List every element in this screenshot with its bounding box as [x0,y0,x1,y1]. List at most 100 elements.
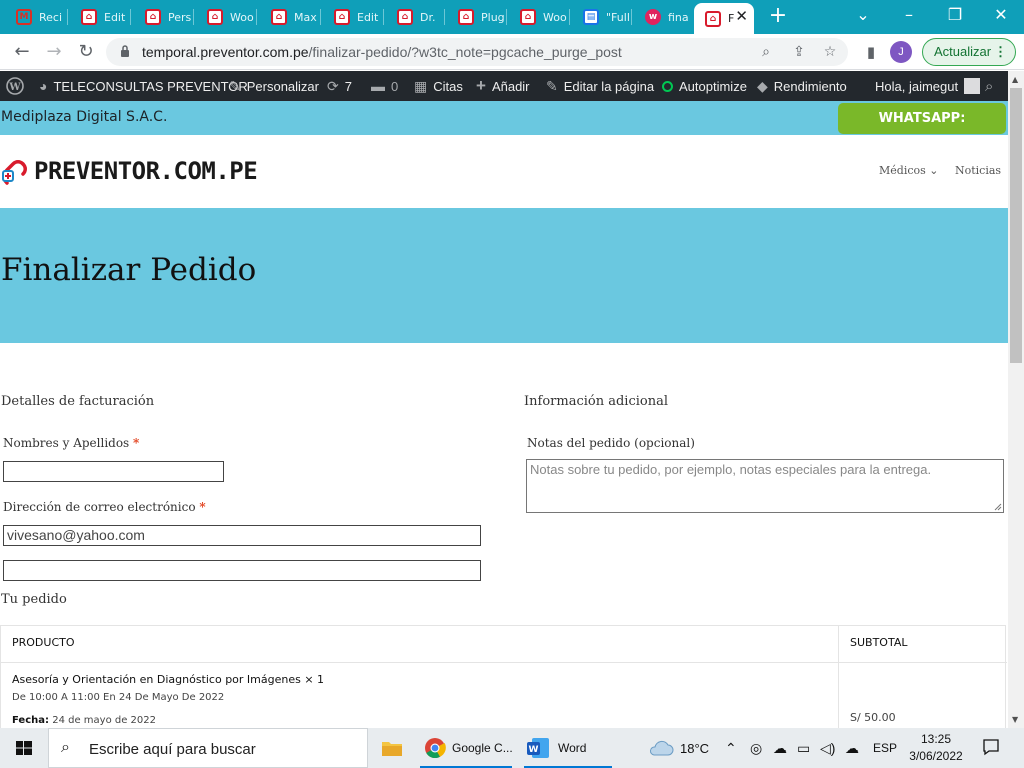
adminbar-new[interactable]: + Añadir [476,71,530,101]
back-button[interactable]: ← [10,40,34,64]
tray-network-icon[interactable]: ▭ [797,728,810,768]
notifications-icon[interactable] [982,738,1000,756]
whatsapp-button[interactable]: WHATSAPP: 930759628 [838,103,1006,157]
forward-button[interactable]: → [42,40,66,64]
site-logo-text[interactable]: PREVENTOR.COM.PE [34,157,258,185]
browser-tab[interactable]: ⌂ F ✕ [694,3,754,34]
cloud-icon [650,740,674,756]
browser-tab[interactable]: ⌂ Edit [70,4,128,30]
company-name: Mediplaza Digital S.A.C. [1,109,168,125]
browser-tab[interactable]: ▤ "Full [572,4,629,30]
tray-expand-icon[interactable]: ⌃ [725,728,737,768]
side-panel-icon[interactable]: ▮ [861,42,881,62]
taskbar-app-label: Word [558,741,587,755]
resize-handle-icon[interactable] [994,503,1002,511]
browser-tab[interactable]: M Reci [5,4,65,30]
adminbar-customize[interactable]: ✎ Personalizar [229,71,319,101]
page-scrollbar[interactable]: ▲ ▼ [1008,71,1024,728]
scroll-down-icon[interactable]: ▼ [1012,715,1018,724]
status-circle-icon [662,80,673,92]
close-window-button[interactable]: ✕ [978,4,1024,28]
browser-tab-label: Woo [230,10,254,24]
adminbar-site-name[interactable]: ◕ TELECONSULTAS PREVENTOR [39,71,248,101]
lock-icon[interactable] [120,44,130,58]
windows-start-icon[interactable] [0,728,48,768]
order-item-date: Fecha: 24 de mayo de 2022 [12,715,156,726]
adminbar-search-icon[interactable]: ⌕ [985,71,993,101]
windows-taskbar: ⌕ Escribe aquí para buscar Google C... W… [0,728,1024,768]
name-input[interactable] [3,461,224,482]
update-button[interactable]: Actualizar ⋮ [922,38,1016,66]
tray-meet-icon[interactable]: ◎ [750,728,762,768]
plus-icon: + [476,76,486,95]
taskbar-search[interactable]: ⌕ Escribe aquí para buscar [48,728,368,768]
browser-tab-label: final [668,10,689,24]
new-tab-button[interactable]: + [766,4,790,28]
email-input[interactable]: vivesano@yahoo.com [3,525,481,546]
wp-admin-bar: W ◕ TELECONSULTAS PREVENTOR ✎ Personalizar… [0,71,1008,101]
file-explorer-icon[interactable] [372,728,412,768]
adminbar-performance[interactable]: ◆ Rendimiento [757,71,847,101]
order-notes-textarea[interactable]: Notas sobre tu pedido, por ejemplo, nota… [526,459,1004,513]
checkout-form: Detalles de facturación Nombres y Apelli… [0,343,1008,736]
adminbar-performance-label: Rendimiento [773,78,847,94]
tray-onedrive-icon[interactable]: ☁ [773,728,787,768]
bookmark-star-icon[interactable]: ☆ [820,42,840,62]
preventor-icon: ⌂ [271,9,287,25]
nav-item-medicos[interactable]: Médicos ⌄ [879,164,938,177]
adminbar-citas[interactable]: ▦ Citas [414,71,463,101]
adminbar-autoptimize[interactable]: Autoptimize [662,71,747,101]
browser-tab[interactable]: ⌂ Edit [323,4,381,30]
adminbar-comments[interactable]: ▬ 0 [371,71,398,101]
preventor-icon: ⌂ [145,9,161,25]
gmail-icon: M [16,9,32,25]
taskbar-app-word[interactable]: W Word [520,728,616,768]
chevron-down-icon: ⌄ [929,164,939,177]
preventor-logo-icon[interactable] [1,157,33,185]
browser-tab[interactable]: ⌂ Dr. [386,4,442,30]
required-asterisk: * [133,436,140,450]
name-label-text: Nombres y Apellidos [3,436,130,450]
extra-input[interactable] [3,560,481,581]
email-label-text: Dirección de correo electrónico [3,500,196,514]
browser-tab[interactable]: wfinal [634,4,689,30]
adminbar-updates[interactable]: ⟳ 7 [327,71,352,101]
reload-button[interactable]: ↻ [74,40,98,64]
tray-volume-icon[interactable]: ◁) [820,728,835,768]
browser-tab[interactable]: ⌂ Woo [509,4,567,30]
scrollbar-thumb[interactable] [1010,88,1022,363]
more-menu-icon[interactable]: ⋮ [994,39,1007,65]
browser-tab[interactable]: ⌂ Pers [134,4,191,30]
tab-search-icon[interactable]: ⌄ [840,4,886,28]
order-notes-placeholder: Notas sobre tu pedido, por ejemplo, nota… [530,462,932,477]
profile-avatar[interactable]: J [890,41,912,63]
taskbar-clock[interactable]: 13:25 3/06/2022 [898,731,974,765]
language-indicator[interactable]: ESP [873,728,897,768]
comments-count: 0 [391,78,399,94]
table-column-divider [838,626,839,736]
share-icon[interactable]: ⇪ [789,42,809,62]
restore-button[interactable]: ❐ [932,4,978,28]
url-text[interactable]: temporal.preventor.com.pe/finalizar-pedi… [142,44,622,60]
browser-tab-label: Reci [39,10,63,24]
address-bar[interactable]: temporal.preventor.com.pe/finalizar-pedi… [106,38,848,66]
adminbar-edit-page[interactable]: ✎ Editar la página [546,71,654,101]
adminbar-site-name-label: TELECONSULTAS PREVENTOR [53,78,248,94]
taskbar-app-chrome[interactable]: Google C... [416,728,516,768]
tray-cloud-sync-icon[interactable]: ☁ [845,728,859,768]
adminbar-account[interactable]: Hola, jaimegut [875,71,981,101]
zoom-icon[interactable]: ⌕ [756,42,776,62]
updates-count: 7 [344,78,352,94]
preventor-icon: ⌂ [397,9,413,25]
browser-tab[interactable]: ⌂ Plug [447,4,504,30]
wordpress-logo-icon[interactable]: W [6,71,24,101]
browser-tab[interactable]: ⌂ Woo [196,4,254,30]
close-tab-icon[interactable]: ✕ [735,7,748,25]
scroll-up-icon[interactable]: ▲ [1012,75,1018,84]
browser-tab-label: "Full [606,10,629,24]
nav-item-noticias[interactable]: Noticias [955,164,1001,177]
weather-widget[interactable]: 18°C [648,728,709,768]
site-top-bar: Mediplaza Digital S.A.C. WHATSAPP: 93075… [0,101,1008,157]
minimize-button[interactable]: – [886,4,932,28]
browser-tab[interactable]: ⌂ Max [260,4,318,30]
